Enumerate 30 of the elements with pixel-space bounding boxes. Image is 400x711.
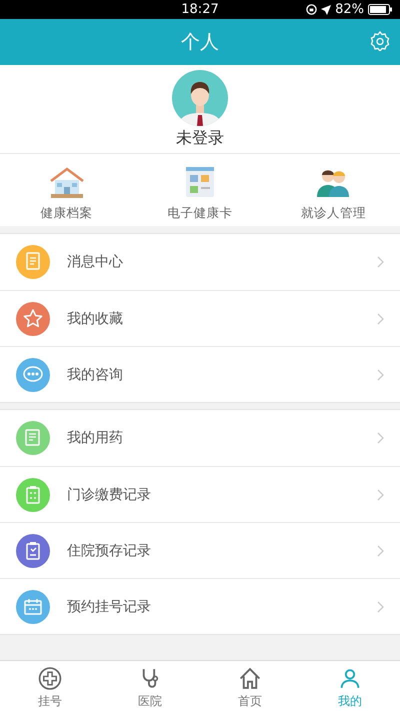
tab[interactable]: 首页: [200, 661, 300, 711]
clock: 18:27: [181, 2, 219, 17]
battery-percent: 82%: [335, 2, 364, 17]
page-title: 个人: [181, 30, 219, 55]
battery-icon: [368, 4, 392, 15]
shortcut-label[interactable]: 健康档案: [40, 205, 93, 222]
chevron-right-icon: [377, 312, 384, 324]
chevron-right-icon: [377, 432, 384, 444]
settings-icon[interactable]: [370, 31, 390, 51]
plus-circle-icon: [37, 666, 63, 691]
menu-item[interactable]: 消息中心: [67, 253, 377, 271]
rotation-lock-icon: [306, 4, 318, 15]
menu-item[interactable]: 我的咨询: [67, 366, 377, 384]
location-icon: [321, 4, 332, 14]
login-status[interactable]: 未登录: [176, 128, 224, 149]
menu-item[interactable]: 门诊缴费记录: [67, 486, 377, 504]
shortcut-label[interactable]: 电子健康卡: [167, 205, 232, 222]
chevron-right-icon: [377, 600, 384, 612]
chevron-right-icon: [377, 368, 384, 380]
chevron-right-icon: [377, 488, 384, 500]
tab[interactable]: 医院: [100, 661, 200, 711]
tab[interactable]: 挂号: [0, 661, 100, 711]
chevron-right-icon: [377, 544, 384, 556]
chevron-right-icon: [377, 256, 384, 268]
menu-item[interactable]: 我的收藏: [67, 310, 377, 328]
menu-item[interactable]: 预约挂号记录: [67, 598, 377, 616]
shortcut-label[interactable]: 就诊人管理: [300, 205, 366, 222]
menu-item[interactable]: 住院预存记录: [67, 542, 377, 560]
menu-item[interactable]: 我的用药: [67, 429, 377, 447]
home-icon: [237, 666, 263, 691]
